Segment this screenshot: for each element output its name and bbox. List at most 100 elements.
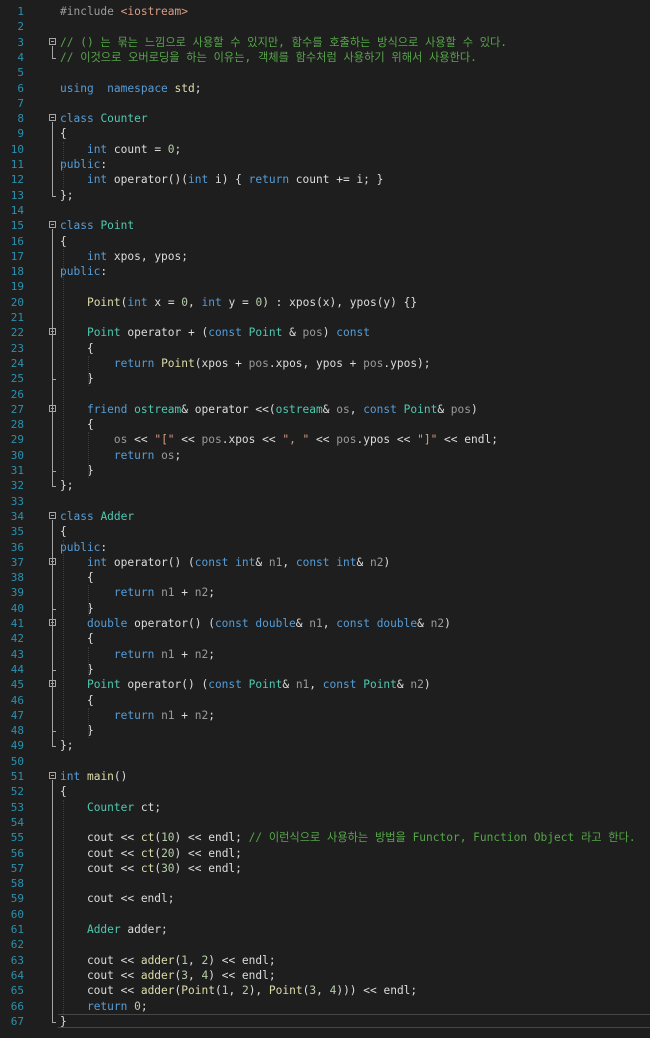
code-line[interactable]: 15 class Point <box>0 218 650 233</box>
code-line[interactable]: 7 <box>0 96 650 111</box>
code-line[interactable]: 3 // () 는 묶는 느낌으로 사용할 수 있지만, 함수를 호출하는 방식으… <box>0 35 650 50</box>
code-token: << <box>174 433 202 447</box>
code-line[interactable]: 26 <box>0 387 650 402</box>
code-line[interactable]: 16 { <box>0 234 650 249</box>
code-line[interactable]: 39 return n1 + n2; <box>0 585 650 600</box>
code-line[interactable]: 55 cout << ct(10) << endl; // 이런식으로 사용하는… <box>0 830 650 845</box>
code-editor[interactable]: 1 #include <iostream> 2 3// () 는 묶는 느낌으로 사용… <box>0 0 650 1038</box>
code-text: { <box>60 341 94 356</box>
code-line[interactable]: 29 os << "[" << pos.xpos << ", " << pos.… <box>0 432 650 447</box>
code-text: }; <box>60 478 73 493</box>
code-line[interactable]: 13}; <box>0 188 650 203</box>
code-line[interactable]: 32}; <box>0 478 650 493</box>
line-number: 56 <box>10 846 24 860</box>
code-token: Counter <box>86 800 135 814</box>
indent-guide <box>88 585 89 616</box>
code-line[interactable]: 67} <box>0 1014 650 1029</box>
code-line[interactable]: 10 int count = 0; <box>0 142 650 157</box>
code-line[interactable]: 25 } <box>0 371 650 386</box>
code-line[interactable]: 52 { <box>0 784 650 799</box>
code-line[interactable]: 51 int main() <box>0 769 650 784</box>
code-token: 2 <box>241 984 249 998</box>
collapse-icon[interactable] <box>49 772 56 779</box>
code-line[interactable]: 57 cout << ct(30) << endl; <box>0 861 650 876</box>
code-line[interactable]: 45 Point operator() (const Point& n1, co… <box>0 677 650 692</box>
line-number: 60 <box>10 907 24 921</box>
line-number: 50 <box>10 754 24 768</box>
code-line[interactable]: 11 public: <box>0 157 650 172</box>
code-text: friend ostream& operator <<(ostream& os,… <box>60 402 478 417</box>
line-number: 34 <box>10 509 24 523</box>
code-line[interactable]: 28 { <box>0 417 650 432</box>
code-line[interactable]: 18 public: <box>0 264 650 279</box>
code-line[interactable]: 63 cout << adder(1, 2) << endl; <box>0 953 650 968</box>
code-line[interactable]: 5 <box>0 65 650 80</box>
code-line[interactable]: 14 <box>0 203 650 218</box>
code-token: , <box>349 402 364 416</box>
code-line[interactable]: 36 public: <box>0 540 650 555</box>
code-line[interactable]: 48 } <box>0 723 650 738</box>
code-line[interactable]: 6 using namespace std; <box>0 81 650 96</box>
code-line[interactable]: 54 <box>0 815 650 830</box>
code-line[interactable]: 40 } <box>0 601 650 616</box>
code-line[interactable]: 56 cout << ct(20) << endl; <box>0 846 650 861</box>
code-token: cout << <box>60 861 141 875</box>
code-token: { <box>60 785 67 799</box>
code-line[interactable]: 33 <box>0 494 650 509</box>
code-line[interactable]: 24 return Point(xpos + pos.xpos, ypos + … <box>0 356 650 371</box>
code-line[interactable]: 60 <box>0 907 650 922</box>
code-line[interactable]: 49}; <box>0 738 650 753</box>
code-token: n2 <box>430 617 445 630</box>
code-token: { <box>60 632 94 646</box>
code-line[interactable]: 8 class Counter <box>0 111 650 126</box>
code-text: } <box>60 1014 67 1029</box>
code-line[interactable]: 62 <box>0 937 650 952</box>
code-line[interactable]: 12 int operator()(int i) { return count … <box>0 172 650 187</box>
collapse-icon[interactable] <box>49 511 56 519</box>
code-line[interactable]: 64 cout << adder(3, 4) << endl; <box>0 968 650 983</box>
code-line[interactable]: 59 cout << endl; <box>0 891 650 906</box>
code-line[interactable]: 30 return os; <box>0 448 650 463</box>
code-line[interactable]: 34 class Adder <box>0 509 650 524</box>
code-line[interactable]: 61 Adder adder; <box>0 922 650 937</box>
code-text: class Point <box>60 218 134 233</box>
code-line[interactable]: 19 <box>0 279 650 294</box>
code-line[interactable]: 46 { <box>0 693 650 708</box>
code-line[interactable]: 2 <box>0 19 650 34</box>
fold-region-end <box>52 669 56 671</box>
collapse-icon[interactable] <box>49 37 56 45</box>
code-line[interactable]: 38 { <box>0 570 650 585</box>
code-line[interactable]: 22 Point operator + (const Point & pos) … <box>0 325 650 340</box>
code-line[interactable]: 50 <box>0 754 650 769</box>
code-line[interactable]: 37 int operator() (const int& n1, const … <box>0 555 650 570</box>
code-line[interactable]: 31 } <box>0 463 650 478</box>
code-line[interactable]: 1 #include <iostream> <box>0 4 650 19</box>
code-token: Point <box>100 219 135 233</box>
code-line[interactable]: 41 double operator() (const double& n1, … <box>0 616 650 631</box>
code-line[interactable]: 43 return n1 + n2; <box>0 647 650 662</box>
code-token: ) << endl; <box>208 968 276 982</box>
code-line[interactable]: 21 <box>0 310 650 325</box>
code-line[interactable]: 47 return n1 + n2; <box>0 708 650 723</box>
code-line[interactable]: 27 friend ostream& operator <<(ostream& … <box>0 402 650 417</box>
code-line[interactable]: 65 cout << adder(Point(1, 2), Point(3, 4… <box>0 983 650 998</box>
code-line[interactable]: 4 // 이것으로 오버로딩을 하는 이유는, 객체를 함수처럼 사용하기 위해서… <box>0 50 650 65</box>
code-line[interactable]: 23 { <box>0 341 650 356</box>
code-line[interactable]: 42 { <box>0 631 650 646</box>
code-line[interactable]: 20 Point(int x = 0, int y = 0) : xpos(x)… <box>0 295 650 310</box>
code-token: xpos, ypos; <box>107 249 188 263</box>
code-line[interactable]: 58 <box>0 876 650 891</box>
code-line[interactable]: 9{ <box>0 126 650 141</box>
code-token: count += i; } <box>289 173 384 187</box>
code-line[interactable]: 35 { <box>0 524 650 539</box>
collapse-icon[interactable] <box>49 221 56 229</box>
code-token: ; <box>140 999 148 1013</box>
code-line[interactable]: 53 Counter ct; <box>0 800 650 815</box>
collapse-icon[interactable] <box>49 114 56 122</box>
code-line[interactable]: 66 return 0; <box>0 999 650 1014</box>
code-line[interactable]: 17 int xpos, ypos; <box>0 249 650 264</box>
code-line[interactable]: 44 } <box>0 662 650 677</box>
